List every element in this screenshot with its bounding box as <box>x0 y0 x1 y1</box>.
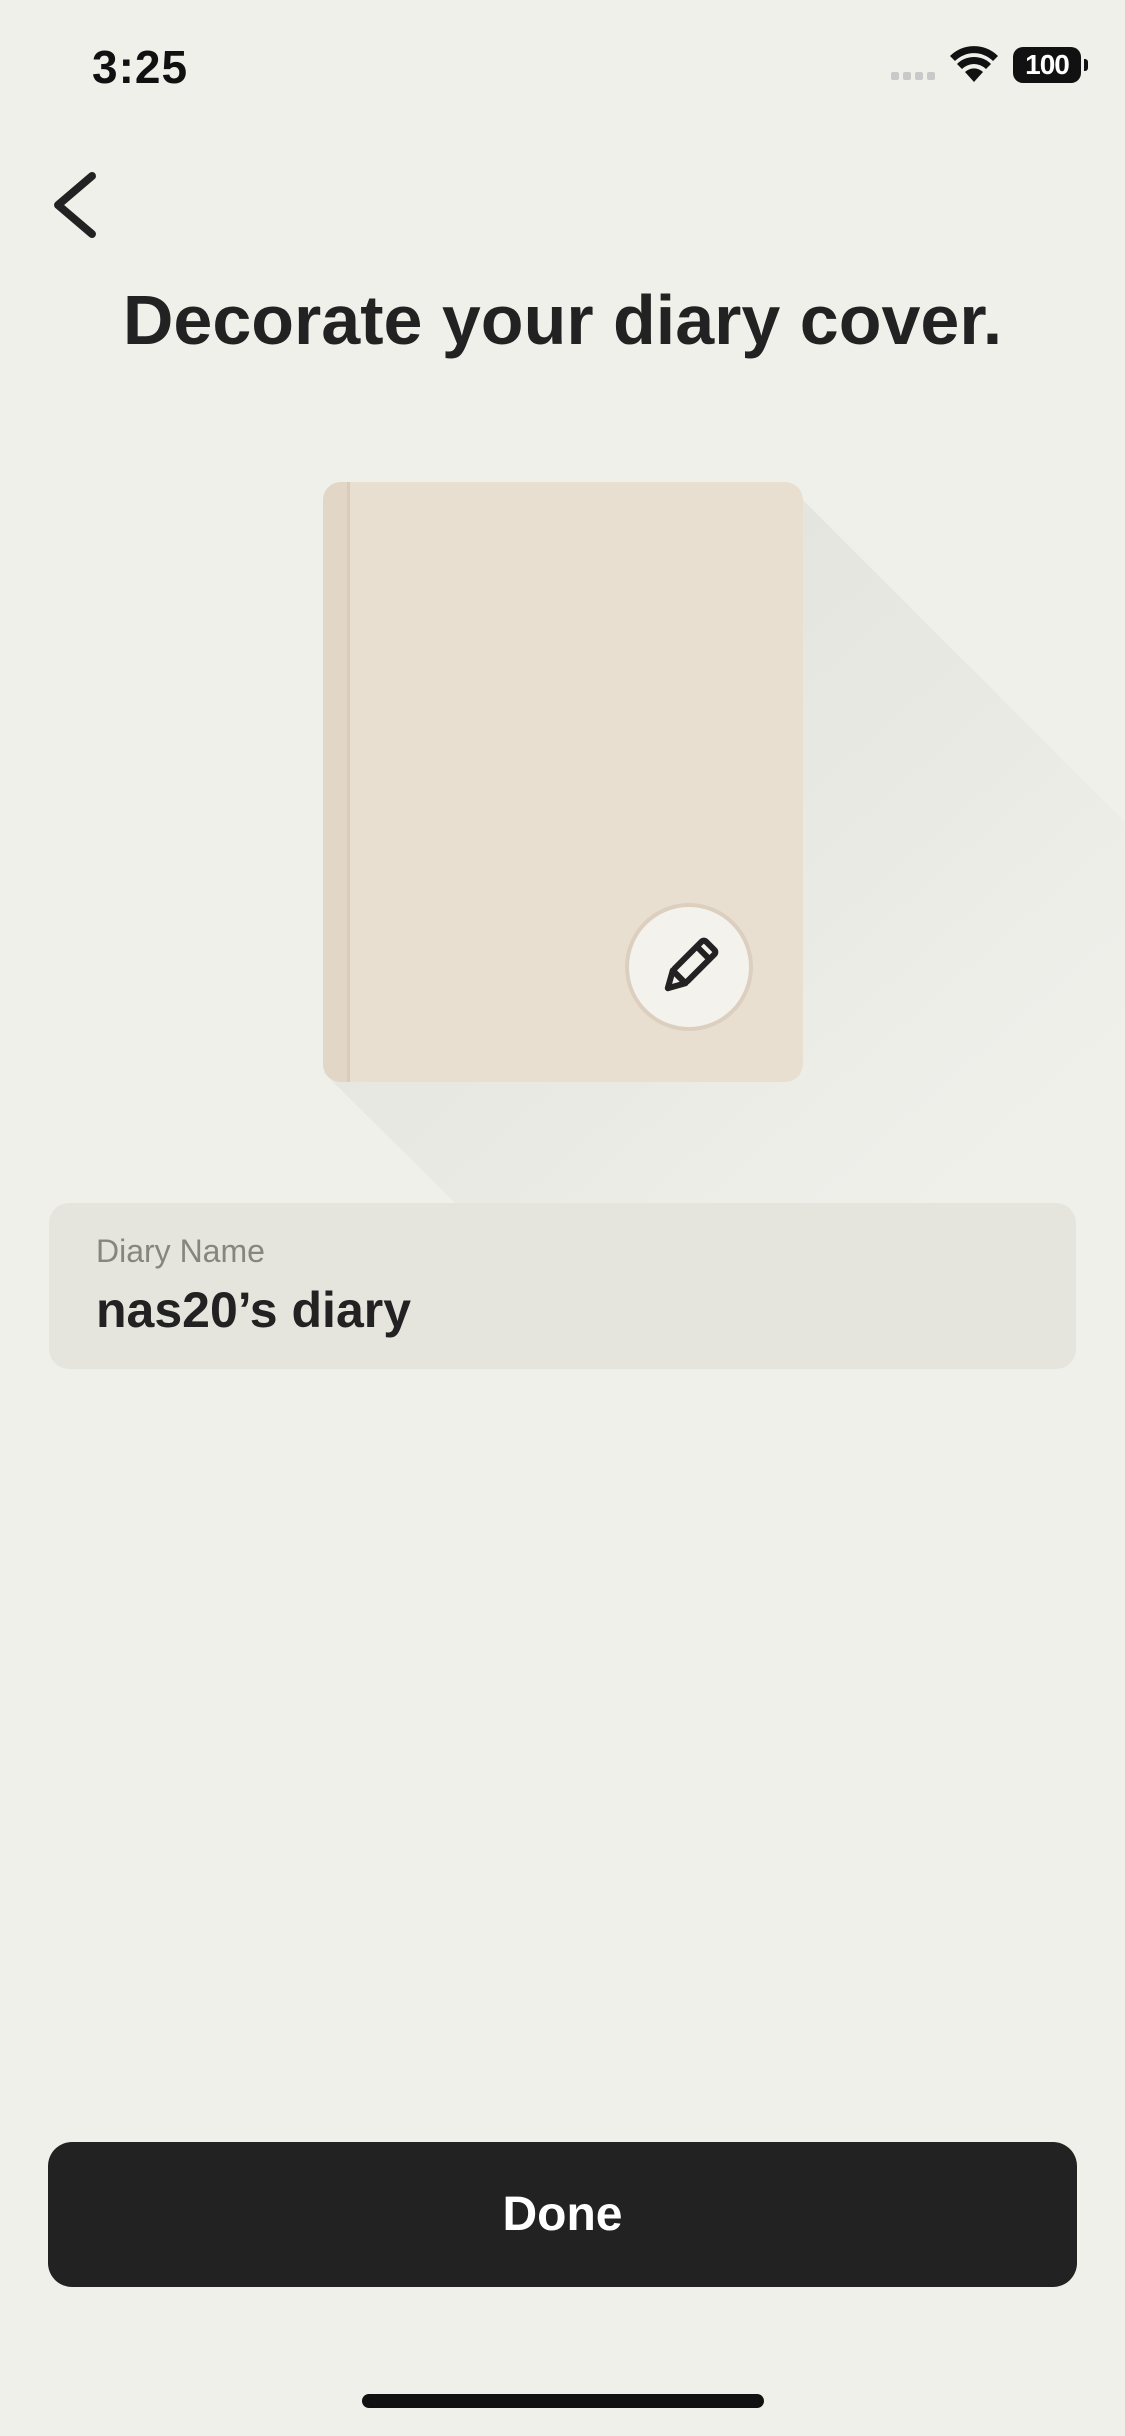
diary-name-input[interactable] <box>96 1281 1029 1339</box>
battery-icon: 100 <box>1013 47 1088 83</box>
cover-spine <box>323 482 350 1082</box>
page-title: Decorate your diary cover. <box>122 281 1003 359</box>
done-button[interactable]: Done <box>48 2142 1077 2287</box>
edit-cover-button[interactable] <box>625 903 753 1031</box>
diary-name-label: Diary Name <box>96 1233 265 1269</box>
status-time: 3:25 <box>92 41 189 93</box>
wifi-icon <box>950 46 998 82</box>
status-icons: 100 <box>891 46 1088 84</box>
home-indicator <box>362 2394 764 2408</box>
chevron-left-icon <box>54 172 96 238</box>
cellular-signal-icon <box>891 50 935 80</box>
back-button[interactable] <box>40 160 120 250</box>
pencil-icon <box>664 937 719 992</box>
diary-name-field[interactable]: Diary Name <box>49 1203 1076 1369</box>
